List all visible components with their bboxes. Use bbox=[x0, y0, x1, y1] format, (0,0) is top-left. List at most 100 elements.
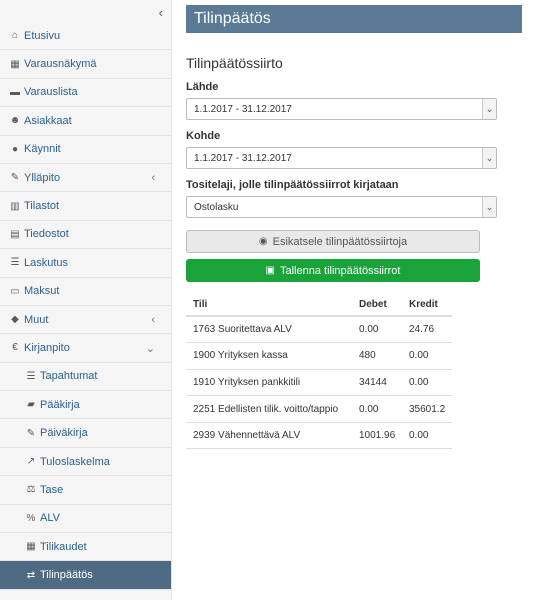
account-cell: 2251 Edellisten tilik. voitto/tappio bbox=[186, 395, 352, 423]
column-header-debit: Debet bbox=[352, 293, 402, 317]
sidebar-subitem-alv[interactable]: % ALV bbox=[0, 505, 171, 534]
sidebar-item-label: Laskutus bbox=[24, 256, 69, 269]
sidebar-item-yllapito[interactable]: ✎ Ylläpito ‹ bbox=[0, 164, 171, 193]
sidebar-item-label: Maksut bbox=[24, 285, 60, 298]
credit-cell: 35601.2 bbox=[402, 395, 452, 423]
credit-cell: 0.00 bbox=[402, 369, 452, 397]
sidebar-collapse-toggle[interactable]: ‹ bbox=[0, 0, 171, 22]
sidebar-subitem-paivakirja[interactable]: ✎ Päiväkirja bbox=[0, 419, 171, 448]
debit-cell: 0.00 bbox=[352, 316, 402, 344]
exchange-icon: ⇄ bbox=[26, 569, 36, 581]
calendar-icon: ▦ bbox=[26, 541, 36, 553]
debit-cell: 0.00 bbox=[352, 395, 402, 423]
cube-icon: ◆ bbox=[11, 314, 19, 326]
table-row: 1910 Yrityksen pankkitili 34144 0.00 bbox=[186, 369, 452, 397]
sidebar-subitem-tilikaudet[interactable]: ▦ Tilikaudet bbox=[0, 533, 171, 562]
source-select-value: 1.1.2017 - 31.12.2017 bbox=[194, 103, 292, 115]
sidebar-item-label: Tuloslaskelma bbox=[40, 455, 110, 468]
target-label: Kohde bbox=[186, 130, 221, 142]
edit-icon: ✎ bbox=[26, 427, 36, 439]
section-title: Tilinpäätössiirto bbox=[186, 55, 283, 71]
account-cell: 1900 Yrityksen kassa bbox=[186, 342, 352, 370]
bar-chart-icon: ▥ bbox=[10, 200, 20, 212]
sidebar-item-varausnakyma[interactable]: ▦ Varausnäkymä bbox=[0, 50, 171, 79]
sidebar-item-label: Päiväkirja bbox=[40, 427, 88, 440]
sidebar-item-tilastot[interactable]: ▥ Tilastot bbox=[0, 192, 171, 221]
sidebar-item-kirjanpito[interactable]: € Kirjanpito ⌄ bbox=[0, 334, 171, 363]
column-header-credit: Kredit bbox=[402, 293, 452, 317]
file-icon: ▤ bbox=[10, 228, 20, 240]
chevron-down-icon[interactable]: ⌄ bbox=[482, 197, 496, 217]
sidebar-item-label: Kirjanpito bbox=[24, 341, 70, 354]
chevron-down-icon[interactable]: ⌄ bbox=[482, 99, 496, 119]
sidebar-item-etusivu[interactable]: ⌂ Etusivu bbox=[0, 22, 171, 51]
sidebar-item-varauslista[interactable]: ▬ Varauslista bbox=[0, 79, 171, 108]
sidebar-item-label: Muut bbox=[24, 313, 49, 326]
sidebar-item-label: Tase bbox=[40, 483, 64, 496]
list-icon: ☰ bbox=[26, 370, 36, 382]
sidebar-item-label: Tiedostot bbox=[24, 228, 69, 241]
chevron-left-icon[interactable]: ‹ bbox=[159, 5, 163, 20]
save-icon: ▣ bbox=[265, 265, 275, 276]
line-chart-icon: ↗ bbox=[26, 456, 36, 468]
book-icon: ▰ bbox=[27, 399, 35, 411]
sidebar-item-label: Varausnäkymä bbox=[24, 58, 97, 71]
page-title: Tilinpäätös bbox=[186, 5, 522, 33]
save-button[interactable]: ▣ Tallenna tilinpäätössiirrot bbox=[186, 259, 480, 282]
sidebar-item-label: ALV bbox=[40, 512, 60, 525]
globe-icon: ● bbox=[11, 143, 19, 155]
table-row: 2939 Vähennettävä ALV 1001.96 0.00 bbox=[186, 422, 452, 450]
sidebar-subitem-tilinpaatos[interactable]: ⇄ Tilinpäätös bbox=[0, 561, 171, 590]
sidebar-item-label: Asiakkaat bbox=[24, 114, 72, 127]
sidebar-subitem-tuloslaskelma[interactable]: ↗ Tuloslaskelma bbox=[0, 448, 171, 477]
credit-cell: 0.00 bbox=[402, 422, 452, 450]
sidebar-item-maksut[interactable]: ▭ Maksut bbox=[0, 278, 171, 306]
sidebar-item-label: Etusivu bbox=[24, 29, 61, 42]
sidebar-item-laskutus[interactable]: ☰ Laskutus bbox=[0, 249, 171, 278]
credit-cell: 0.00 bbox=[402, 342, 452, 370]
preview-button-label: Esikatsele tilinpäätössiirtoja bbox=[272, 235, 408, 248]
calendar-icon: ▦ bbox=[10, 58, 20, 70]
debit-cell: 1001.96 bbox=[352, 422, 402, 450]
home-icon: ⌂ bbox=[11, 30, 19, 42]
preview-button[interactable]: ◉ Esikatsele tilinpäätössiirtoja bbox=[186, 230, 480, 253]
table-row: 1763 Suoritettava ALV 0.00 24.76 bbox=[186, 316, 452, 344]
eye-icon: ◉ bbox=[258, 236, 268, 247]
chevron-down-icon[interactable]: ⌄ bbox=[482, 148, 496, 168]
list-icon: ▬ bbox=[10, 86, 20, 98]
sidebar-item-label: Pääkirja bbox=[40, 398, 80, 411]
chevron-down-icon: ⌄ bbox=[145, 343, 155, 356]
sidebar-item-label: Tilastot bbox=[24, 200, 60, 213]
account-cell: 1910 Yrityksen pankkitili bbox=[186, 369, 352, 397]
doctype-select-value: Ostolasku bbox=[194, 201, 239, 213]
sidebar-item-label: Ylläpito bbox=[24, 171, 61, 184]
sidebar-item-muut[interactable]: ◆ Muut ‹ bbox=[0, 306, 171, 335]
sidebar-subitem-tase[interactable]: ⚖ Tase bbox=[0, 476, 171, 505]
sidebar-item-label: Tilikaudet bbox=[40, 540, 87, 553]
source-select[interactable]: 1.1.2017 - 31.12.2017 ⌄ bbox=[186, 98, 497, 120]
transfer-table: Tili Debet Kredit 1763 Suoritettava ALV … bbox=[186, 293, 452, 450]
chevron-left-icon: ‹ bbox=[151, 171, 155, 184]
sidebar-subitem-paakirja[interactable]: ▰ Pääkirja bbox=[0, 391, 171, 420]
percent-icon: % bbox=[26, 512, 36, 524]
account-cell: 1763 Suoritettava ALV bbox=[186, 316, 352, 344]
target-select[interactable]: 1.1.2017 - 31.12.2017 ⌄ bbox=[186, 147, 497, 169]
balance-scale-icon: ⚖ bbox=[26, 484, 36, 496]
sidebar-item-label: Tilinpäätös bbox=[40, 569, 93, 582]
list-icon: ☰ bbox=[10, 257, 20, 269]
doctype-select[interactable]: Ostolasku ⌄ bbox=[186, 196, 497, 218]
sidebar-item-tiedostot[interactable]: ▤ Tiedostot bbox=[0, 221, 171, 250]
table-row: 1900 Yrityksen kassa 480 0.00 bbox=[186, 342, 452, 370]
sidebar: ‹ ⌂ Etusivu ▦ Varausnäkymä ▬ Varauslista… bbox=[0, 0, 172, 600]
sidebar-subitem-tapahtumat[interactable]: ☰ Tapahtumat bbox=[0, 363, 171, 392]
save-button-label: Tallenna tilinpäätössiirrot bbox=[280, 264, 401, 277]
doctype-label: Tositelaji, jolle tilinpäätössiirrot kir… bbox=[186, 179, 399, 191]
table-header-row: Tili Debet Kredit bbox=[186, 293, 452, 317]
sidebar-item-asiakkaat[interactable]: ☻ Asiakkaat bbox=[0, 107, 171, 136]
credit-cell: 24.76 bbox=[402, 316, 452, 344]
users-icon: ☻ bbox=[9, 115, 21, 127]
sidebar-item-kaynnit[interactable]: ● Käynnit bbox=[0, 136, 171, 164]
sidebar-item-label: Tapahtumat bbox=[40, 370, 98, 383]
sidebar-item-label: Varauslista bbox=[24, 86, 78, 99]
account-cell: 2939 Vähennettävä ALV bbox=[186, 422, 352, 450]
